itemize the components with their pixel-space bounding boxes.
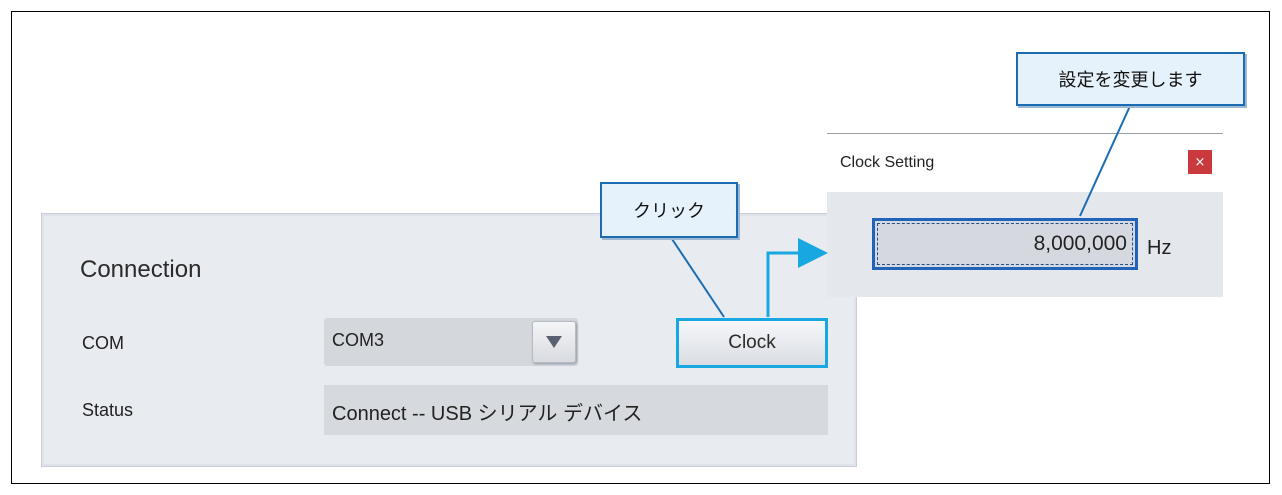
clock-to-dialog-arrow (766, 238, 828, 317)
click-callout-leader (671, 238, 725, 318)
change-callout-leader (1079, 105, 1131, 217)
click-callout: クリック (600, 182, 738, 238)
change-setting-callout: 設定を変更します (1016, 52, 1245, 106)
